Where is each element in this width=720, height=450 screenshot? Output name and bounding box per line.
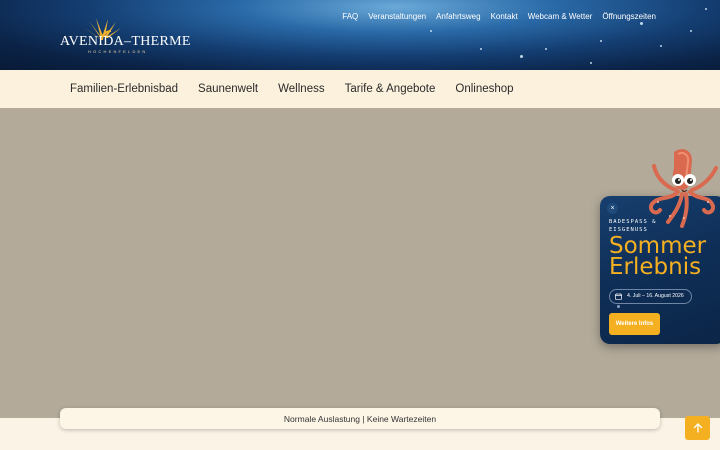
promo-more-info-button[interactable]: Weitere Infos [609,313,660,335]
bubble-decoration [660,45,662,47]
logo-text: AVENIDA–THERME [60,34,191,49]
close-icon[interactable]: × [607,203,618,214]
back-to-top-button[interactable] [685,416,710,440]
occupancy-status-text: Normale Auslastung | Keine Wartezeiten [283,413,437,424]
topnav-faq[interactable]: FAQ [342,12,358,21]
mainnav-onlineshop[interactable]: Onlineshop [455,83,513,95]
mainnav-wellness[interactable]: Wellness [278,83,324,95]
mainnav-familien-erlebnisbad[interactable]: Familien-Erlebnisbad [70,83,178,95]
promo-date-pill: 4. Juli – 16. August 2026 [609,289,692,304]
site-header: AVENIDA–THERME HOCHENFELDEN FAQ Veransta… [0,0,720,70]
bubble-decoration [590,62,592,64]
bubble-decoration [520,55,523,58]
logo-subtext: HOCHENFELDEN [88,49,148,54]
bubble-decoration [640,22,643,25]
mainnav-saunenwelt[interactable]: Saunenwelt [198,83,258,95]
bubble-decoration [690,30,692,32]
bubble-decoration [600,40,602,42]
carousel-dot[interactable] [617,305,620,308]
main-navigation: Familien-Erlebnisbad Saunenwelt Wellness… [0,70,720,108]
mainnav-tarife-angebote[interactable]: Tarife & Angebote [345,83,436,95]
arrow-up-icon [693,423,702,433]
bubble-decoration [545,48,547,50]
top-navigation: FAQ Veranstaltungen Anfahrtsweg Kontakt … [342,12,656,21]
promo-title: Sommer Erlebnis [609,233,707,280]
promo-date-text: 4. Juli – 16. August 2026 [627,293,684,299]
squid-mascot-icon [649,149,718,228]
topnav-oeffnungszeiten[interactable]: Öffnungszeiten [602,12,656,21]
bubble-decoration [480,48,482,50]
topnav-anfahrtsweg[interactable]: Anfahrtsweg [436,12,480,21]
occupancy-status-bar: Normale Auslastung | Keine Wartezeiten [60,408,660,429]
topnav-veranstaltungen[interactable]: Veranstaltungen [368,12,426,21]
site-logo[interactable]: AVENIDA–THERME HOCHENFELDEN [58,16,190,56]
topnav-kontakt[interactable]: Kontakt [491,12,518,21]
bubble-decoration [705,8,707,10]
topnav-webcam-wetter[interactable]: Webcam & Wetter [528,12,593,21]
calendar-icon [615,293,622,300]
bubble-decoration [430,30,432,32]
